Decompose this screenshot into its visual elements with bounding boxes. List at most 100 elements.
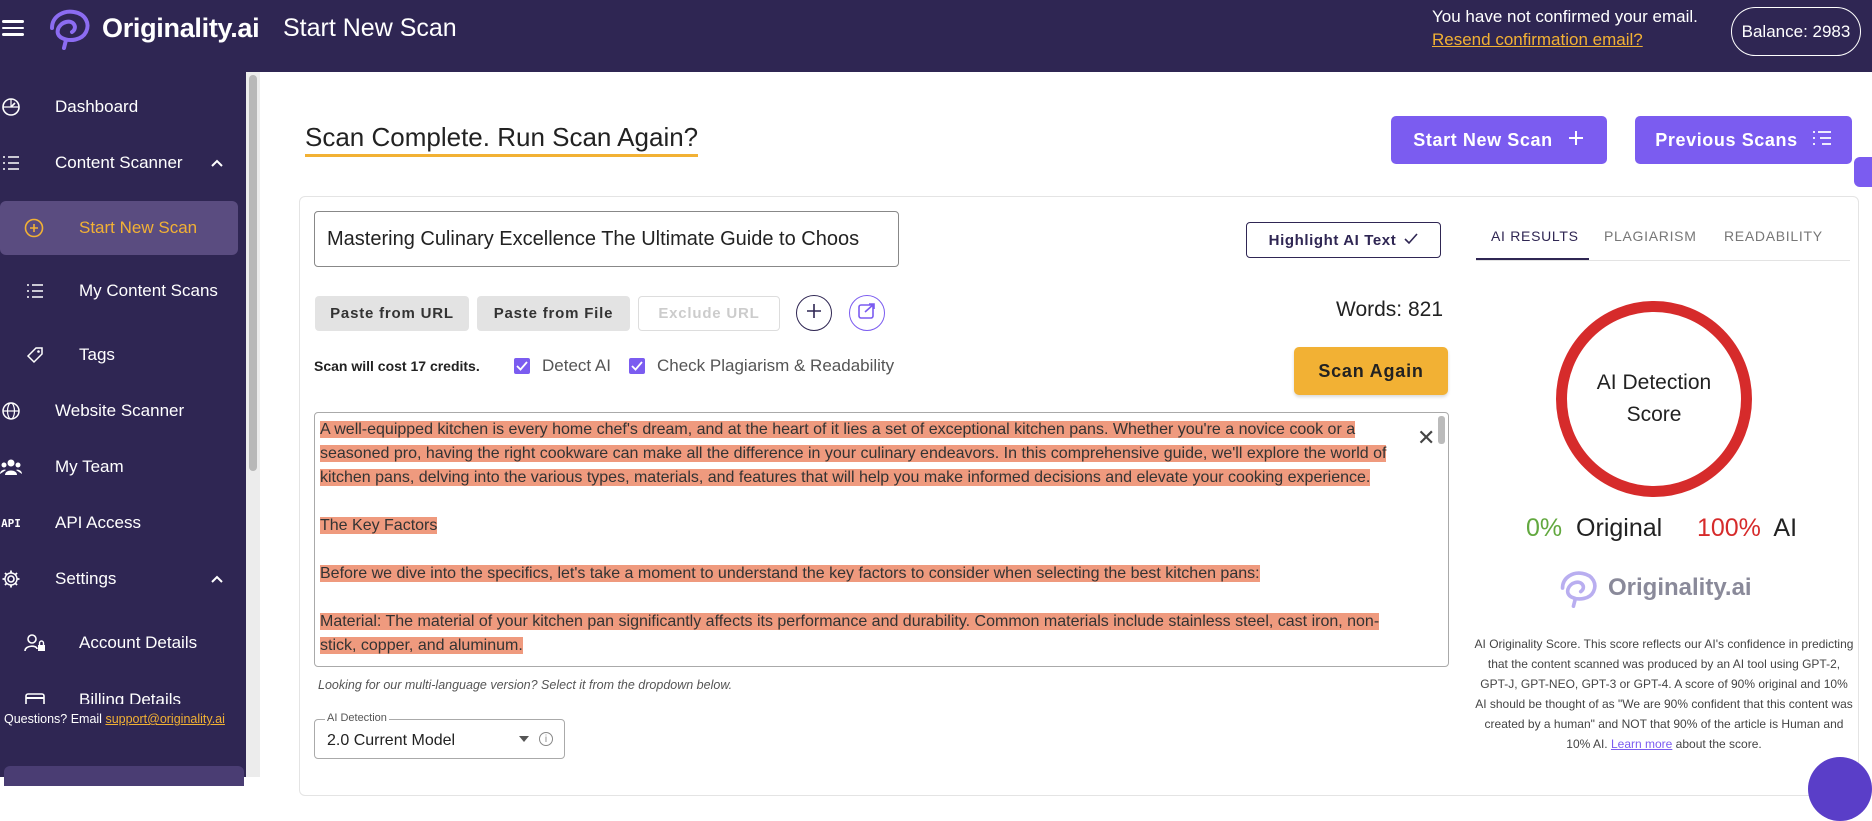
dropdown-arrow-icon [519, 736, 529, 742]
previous-scans-button[interactable]: Previous Scans [1635, 116, 1852, 164]
sidebar-item-content-scanner[interactable]: Content Scanner [0, 138, 238, 188]
side-feedback-tab[interactable] [1854, 157, 1872, 187]
checkbox-checked-icon [629, 358, 645, 374]
highlight-ai-text-button[interactable]: Highlight AI Text [1246, 222, 1441, 258]
paste-from-url-button[interactable]: Paste from URL [315, 296, 469, 331]
results-brand-name: Originality.ai [1608, 574, 1752, 601]
info-icon[interactable]: i [539, 732, 553, 746]
sidebar-item-label: Content Scanner [55, 153, 183, 172]
chat-support-button[interactable] [1808, 757, 1872, 821]
sidebar-item-label: Website Scanner [55, 401, 185, 420]
start-new-scan-button[interactable]: Start New Scan [1391, 116, 1607, 164]
check-icon [1404, 232, 1418, 249]
list-icon [1812, 130, 1832, 151]
team-icon [0, 456, 22, 478]
sidebar-item-billing-details[interactable]: Billing Details [0, 680, 238, 704]
sidebar-item-label: My Team [55, 457, 124, 476]
original-percent: 0% [1526, 514, 1563, 542]
sidebar-scrollbar-thumb[interactable] [249, 75, 257, 471]
sidebar-item-api-access[interactable]: API API Access [0, 498, 238, 548]
ai-label: AI [1773, 514, 1798, 542]
api-icon: API [1, 516, 21, 530]
ai-percent: 100% [1696, 514, 1761, 542]
detect-ai-checkbox[interactable]: Detect AI [514, 356, 611, 376]
resend-confirmation-link[interactable]: Resend confirmation email? [1432, 28, 1698, 51]
user-lock-icon [24, 632, 46, 654]
original-label: Original [1576, 514, 1663, 542]
sidebar-item-label: Tags [79, 345, 115, 364]
scan-title-input[interactable] [314, 211, 899, 267]
paragraph: Before we dive into the specifics, let's… [320, 562, 1415, 586]
sidebar-bottom-panel[interactable] [4, 766, 244, 786]
learn-more-link[interactable]: Learn more [1611, 737, 1672, 751]
score-summary: 0% Original 100% AI [1526, 514, 1797, 543]
add-url-button[interactable] [796, 295, 832, 331]
ai-highlighted-text: A well-equipped kitchen is every home ch… [320, 421, 1387, 486]
sidebar-item-my-content-scans[interactable]: My Content Scans [0, 266, 238, 316]
list-icon [0, 152, 22, 174]
questions-text: Questions? Email [4, 712, 106, 726]
scan-complete-text: Scan Complete. Run Scan Again? [305, 122, 699, 152]
sidebar-item-dashboard[interactable]: Dashboard [0, 82, 238, 132]
sidebar-item-website-scanner[interactable]: Website Scanner [0, 386, 238, 436]
scan-again-button[interactable]: Scan Again [1294, 347, 1448, 395]
score-description-text: AI Originality Score. This score reflect… [1474, 637, 1854, 751]
score-description-tail: about the score. [1672, 737, 1762, 751]
sidebar-item-account-details[interactable]: Account Details [0, 618, 238, 668]
paragraph: Material: The material of your kitchen p… [320, 610, 1415, 658]
sidebar-item-start-new-scan[interactable]: Start New Scan [0, 201, 238, 255]
email-notice: You have not confirmed your email. Resen… [1432, 5, 1698, 51]
exclude-url-button[interactable]: Exclude URL [638, 296, 780, 331]
sidebar-item-label: API Access [55, 513, 141, 532]
brand-logo[interactable]: Originality.ai [44, 6, 260, 50]
tab-readability[interactable]: READABILITY [1724, 228, 1823, 244]
brain-logo-icon [50, 9, 90, 50]
tab-plagiarism[interactable]: PLAGIARISM [1604, 228, 1697, 244]
multi-language-note: Looking for our multi-language version? … [318, 678, 733, 692]
balance-badge[interactable]: Balance: 2983 [1731, 7, 1861, 56]
share-icon [857, 302, 877, 325]
clear-text-close-icon[interactable]: ✕ [1417, 425, 1435, 451]
word-count: Words: 821 [1336, 298, 1443, 321]
content-textarea[interactable]: A well-equipped kitchen is every home ch… [314, 412, 1449, 667]
chevron-up-icon[interactable] [210, 153, 224, 173]
results-brand-logo: Originality.ai [1554, 568, 1752, 608]
sidebar-item-label: Billing Details [79, 690, 182, 704]
email-notice-text: You have not confirmed your email. [1432, 7, 1698, 26]
ai-highlighted-text: The Key Factors [320, 517, 438, 534]
check-plagiarism-checkbox[interactable]: Check Plagiarism & Readability [629, 356, 894, 376]
textarea-scrollbar-thumb[interactable] [1438, 416, 1445, 444]
plus-icon [1567, 129, 1585, 152]
paste-from-file-button[interactable]: Paste from File [477, 296, 630, 331]
gauge-label-line1: AI Detection [1596, 371, 1712, 394]
paragraph: A well-equipped kitchen is every home ch… [320, 418, 1415, 490]
globe-icon [0, 400, 22, 422]
select-label: AI Detection [325, 712, 389, 724]
support-email-link[interactable]: support@originality.ai [105, 712, 224, 726]
hamburger-menu-icon[interactable] [2, 16, 24, 38]
ai-detection-model-select[interactable]: AI Detection 2.0 Current Model i [314, 712, 565, 759]
brain-logo-icon [1560, 571, 1597, 608]
active-tab-indicator [1476, 258, 1589, 260]
sidebar-item-tags[interactable]: Tags [0, 330, 238, 380]
chevron-up-icon[interactable] [210, 569, 224, 589]
sidebar-item-label: Account Details [79, 633, 198, 652]
sidebar-item-my-team[interactable]: My Team [0, 442, 238, 492]
card-icon [24, 690, 46, 704]
scan-complete-title[interactable]: Scan Complete. Run Scan Again? [305, 122, 699, 157]
tab-ai-results[interactable]: AI RESULTS [1491, 228, 1579, 244]
brand-name: Originality.ai [102, 12, 260, 43]
gear-icon [0, 568, 22, 590]
sidebar-item-label: Dashboard [55, 97, 139, 116]
share-button[interactable] [849, 295, 885, 331]
ai-highlighted-text: Before we dive into the specifics, let's… [320, 565, 1260, 582]
page-heading: Start New Scan [283, 14, 457, 42]
plus-circle-icon [23, 217, 45, 239]
check-plagiarism-label: Check Plagiarism & Readability [657, 356, 895, 375]
top-bar: Originality.ai Start New Scan You have n… [0, 0, 1872, 72]
sidebar-item-settings[interactable]: Settings [0, 554, 238, 604]
ai-detection-score-gauge: AI Detection Score [1556, 301, 1752, 497]
tabs-divider [1476, 260, 1850, 261]
dashboard-icon [0, 96, 22, 118]
content-text[interactable]: A well-equipped kitchen is every home ch… [320, 418, 1415, 666]
